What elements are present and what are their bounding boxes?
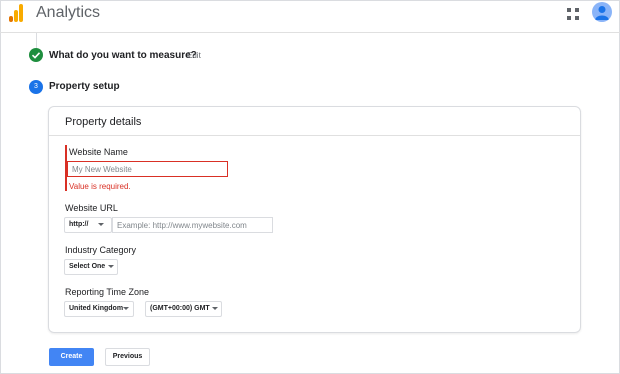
- step-complete-icon: [29, 48, 43, 62]
- industry-category-select[interactable]: Select One: [64, 259, 118, 275]
- country-select-value: United Kingdom: [69, 305, 124, 312]
- reporting-time-zone-label: Reporting Time Zone: [65, 287, 150, 297]
- app-title: Analytics: [36, 4, 101, 21]
- step-title-measure: What do you want to measure?: [49, 50, 197, 61]
- step-title-property-setup: Property setup: [49, 81, 120, 92]
- website-name-error: Value is required.: [69, 182, 131, 191]
- industry-category-label: Industry Category: [65, 245, 137, 255]
- card-header: Property details: [49, 107, 580, 136]
- country-select[interactable]: United Kingdom: [64, 301, 134, 317]
- chevron-down-icon: [212, 307, 218, 310]
- industry-select-value: Select One: [69, 263, 106, 270]
- protocol-select-value: http://: [69, 221, 89, 228]
- card-title: Property details: [65, 116, 142, 128]
- create-button[interactable]: Create: [49, 348, 94, 366]
- check-icon: [31, 52, 41, 59]
- timezone-select[interactable]: (GMT+00:00) GMT: [145, 301, 222, 317]
- edit-link[interactable]: Edit: [187, 51, 201, 60]
- website-url-input[interactable]: Example: http://www.mywebsite.com: [112, 217, 273, 233]
- user-avatar-icon[interactable]: [592, 2, 612, 22]
- website-name-input[interactable]: My New Website: [67, 161, 228, 177]
- previous-button[interactable]: Previous: [105, 348, 150, 366]
- top-app-bar: Analytics: [0, 0, 620, 33]
- website-url-label: Website URL: [65, 203, 118, 213]
- analytics-logo-icon[interactable]: [9, 4, 23, 22]
- timezone-select-value: (GMT+00:00) GMT: [150, 305, 210, 312]
- chevron-down-icon: [98, 223, 104, 226]
- protocol-select[interactable]: http://: [64, 217, 112, 233]
- apps-grid-icon[interactable]: [567, 8, 579, 20]
- website-name-label: Website Name: [69, 147, 128, 157]
- chevron-down-icon: [123, 307, 129, 310]
- chevron-down-icon: [108, 265, 114, 268]
- step-number-badge: 3: [29, 80, 43, 94]
